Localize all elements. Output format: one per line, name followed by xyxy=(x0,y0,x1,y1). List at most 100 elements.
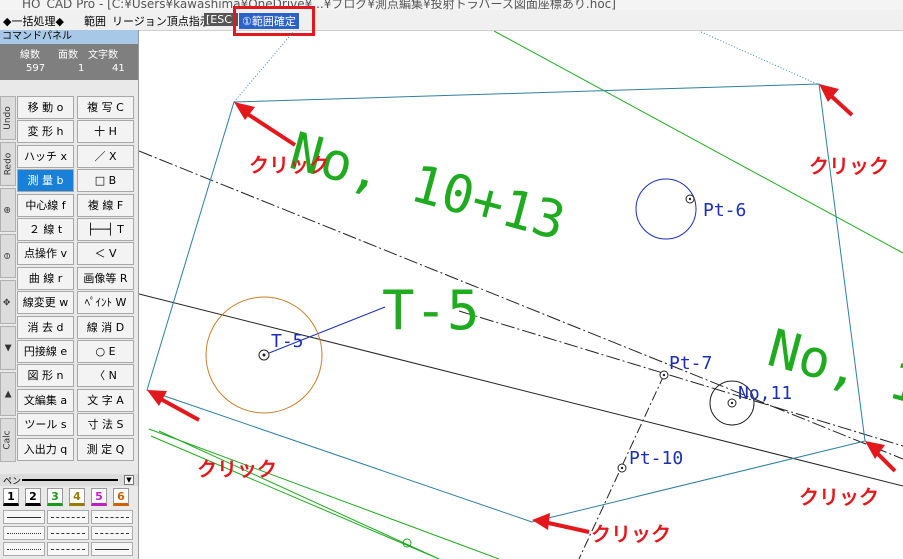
faces-value: 1 xyxy=(78,63,85,74)
command-button[interactable]: 複 線 F xyxy=(77,193,134,217)
click-label-left: クリック xyxy=(197,457,277,481)
lines-value: 597 xyxy=(26,63,46,74)
command-button[interactable]: 画像等 R xyxy=(77,266,134,290)
command-button[interactable]: ○ E xyxy=(77,340,134,363)
line-type-wave[interactable] xyxy=(91,542,133,556)
command-button[interactable]: 入出力 q xyxy=(17,437,74,461)
command-button[interactable]: 文 字 A xyxy=(77,388,134,412)
station-label-1: No, 10+13 xyxy=(284,122,572,253)
command-bar: ◆一括処理◆ 範囲 リージョン頂点指示 [ESC] ①範囲確定 xyxy=(0,10,903,31)
command-button[interactable]: 点操作 v xyxy=(17,242,74,266)
line-type-dash-dot[interactable] xyxy=(47,526,89,540)
command-button[interactable]: 消 去 d xyxy=(17,315,74,339)
command-button[interactable]: □ B xyxy=(77,169,134,193)
command-button[interactable]: 十 H xyxy=(77,120,134,144)
command-button[interactable]: ／ X xyxy=(77,144,134,168)
batch-process-menu[interactable]: ◆一括処理◆ xyxy=(3,13,64,29)
line-type-chain[interactable] xyxy=(47,542,89,556)
command-button[interactable]: 寸 法 S xyxy=(77,413,134,437)
no11-point-dot xyxy=(730,401,734,405)
command-button[interactable]: 測 定 Q xyxy=(77,437,134,461)
command-button[interactable]: 線変更 w xyxy=(17,291,74,315)
pen-button[interactable]: 3 xyxy=(47,488,63,506)
road-edge-line-1 xyxy=(148,428,500,559)
redo-tab[interactable]: Redo xyxy=(0,142,16,186)
window-title-bar: HO_CAD Pro - [C:¥Users¥kawashima¥OneDriv… xyxy=(0,0,903,10)
arrow-top-left-shaft xyxy=(241,109,297,147)
t5-point-label: T-5 xyxy=(271,331,304,352)
right-arrow-icon: ▶ xyxy=(2,390,13,398)
click-label-top-right: クリック xyxy=(809,154,889,178)
pen-button[interactable]: 5 xyxy=(91,488,107,506)
command-button[interactable]: 曲 線 r xyxy=(17,266,74,290)
pt7-point-dot xyxy=(662,373,666,377)
faces-label: 面数 xyxy=(58,50,78,61)
chars-label: 文字数 xyxy=(88,50,118,61)
pen-header: ペン ▼ xyxy=(0,474,138,487)
pt6-circle xyxy=(635,178,697,240)
pt7-point-label: Pt-7 xyxy=(669,353,712,374)
command-button[interactable]: 中心線 f xyxy=(17,193,74,217)
command-button[interactable]: ２ 線 t xyxy=(17,218,74,241)
command-button[interactable]: 複 写 C xyxy=(77,96,134,119)
command-button[interactable]: ├──┤ T xyxy=(77,218,134,241)
calc-tab[interactable]: Calc xyxy=(0,418,16,462)
undo-label: Undo xyxy=(3,106,14,130)
range-menu[interactable]: 範囲 xyxy=(84,13,106,29)
line-type-long-dash[interactable] xyxy=(91,510,133,524)
stats-box: 線数 面数 文字数 597 1 41 xyxy=(0,44,138,80)
zoom-out-icon: ⊖ xyxy=(2,252,13,260)
dotted-line-right xyxy=(698,31,818,85)
road-edge-line-2 xyxy=(158,430,440,559)
dotted-line-left xyxy=(233,31,295,103)
pen-label: ペン xyxy=(3,477,22,487)
command-button[interactable]: ハッチ x xyxy=(17,144,74,168)
road-edge-line-3 xyxy=(150,435,440,559)
command-button[interactable]: 図 形 n xyxy=(17,364,74,388)
pt6-point-label: Pt-6 xyxy=(703,200,746,221)
command-button[interactable]: 円接線 e xyxy=(17,340,74,363)
zoom-in-tab[interactable]: ⊕ xyxy=(0,188,16,232)
zoom-out-tab[interactable]: ⊖ xyxy=(0,234,16,278)
command-button[interactable]: 線 消 D xyxy=(77,315,134,339)
pt6-point-dot xyxy=(688,197,692,201)
pen-button[interactable]: 6 xyxy=(113,488,129,506)
zoom-in-icon: ⊕ xyxy=(2,206,13,214)
command-button[interactable]: 測 量 b xyxy=(17,169,74,193)
click-label-top-left: クリック xyxy=(249,153,329,177)
pen-dropdown-icon[interactable]: ▼ xyxy=(124,475,134,485)
command-button[interactable]: ＜ V xyxy=(77,242,134,266)
pen-button[interactable]: 4 xyxy=(69,488,85,506)
undo-tab[interactable]: Undo xyxy=(0,96,16,140)
prev-tab[interactable]: ◀ xyxy=(0,326,16,370)
command-button[interactable]: ﾍﾟｲﾝﾄ W xyxy=(77,291,134,315)
command-button[interactable]: ツール s xyxy=(17,413,74,437)
line-type-solid[interactable] xyxy=(3,510,45,524)
command-button[interactable]: 〈 N xyxy=(77,364,134,388)
line-type-dash[interactable] xyxy=(47,510,89,524)
pen-button[interactable]: 1 xyxy=(3,488,19,506)
click-label-bottom: クリック xyxy=(591,522,671,546)
left-arrow-icon: ◀ xyxy=(2,344,13,352)
pt10-point-dot xyxy=(620,466,624,470)
pen-line-preview xyxy=(22,479,118,481)
line-type-dot[interactable] xyxy=(3,526,45,540)
pen-button[interactable]: 2 xyxy=(25,488,41,506)
arrow-bottom-icon xyxy=(532,513,550,530)
line-type-fine-dot[interactable] xyxy=(3,542,45,556)
next-tab[interactable]: ▶ xyxy=(0,372,16,416)
panel-header: コマンドパネル xyxy=(0,30,138,44)
pt10-point-label: Pt-10 xyxy=(629,448,683,469)
pan-tab[interactable]: ✥ xyxy=(0,280,16,324)
drawing-canvas[interactable]: No, 10+13 No, 11 T-5 T-5 Pt-6 Pt-7 No,11… xyxy=(139,31,903,559)
line-type-dash-dot-2[interactable] xyxy=(91,526,133,540)
t5-point-dot xyxy=(262,353,266,357)
command-button[interactable]: 文編集 a xyxy=(17,388,74,412)
chars-value: 41 xyxy=(112,63,125,74)
command-button[interactable]: 移 動 o xyxy=(17,96,74,119)
command-button[interactable]: 変 形 h xyxy=(17,120,74,144)
big-t5-label: T-5 xyxy=(382,279,480,342)
window-title: HO_CAD Pro - [C:¥Users¥kawashima¥OneDriv… xyxy=(22,0,616,10)
arrow-top-right-shaft xyxy=(827,92,854,117)
side-tabs: Undo Redo ⊕ ⊖ ✥ ◀ ▶ Calc xyxy=(0,96,16,462)
